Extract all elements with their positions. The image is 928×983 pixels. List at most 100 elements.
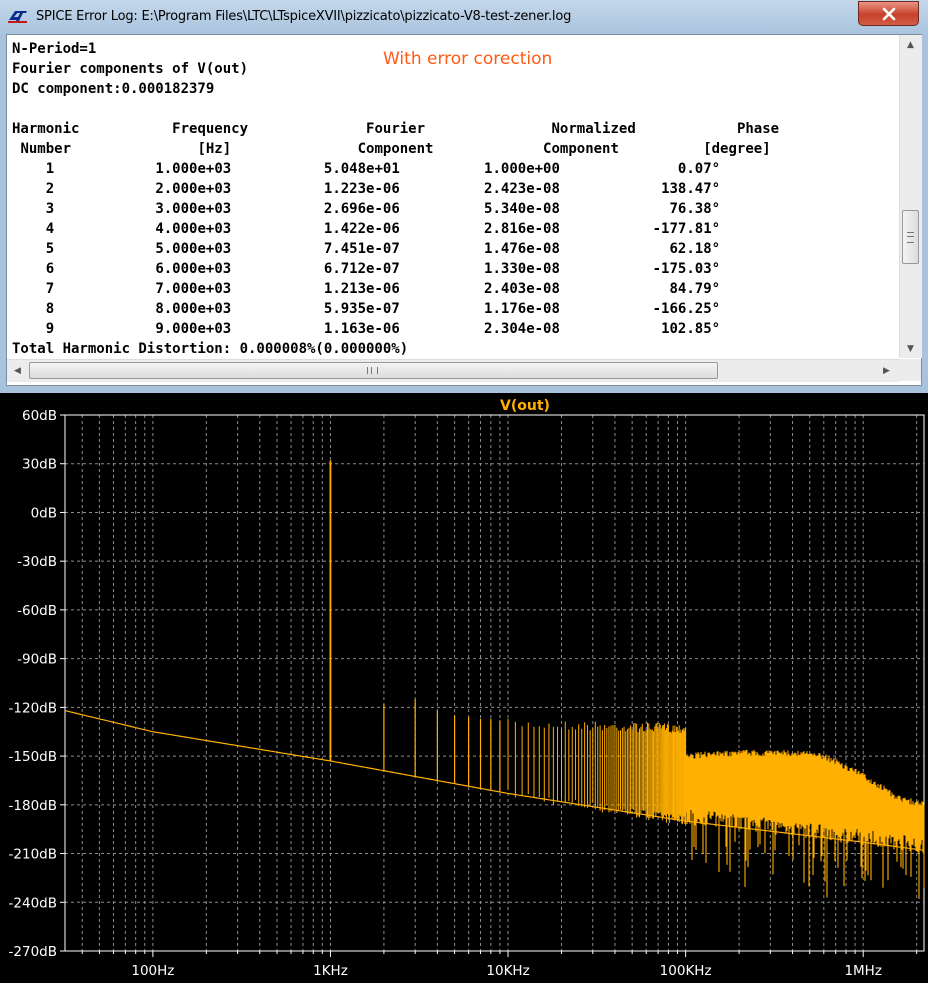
vertical-scroll-thumb[interactable]	[902, 210, 919, 264]
table-cell: 9.000e+03	[155, 321, 232, 337]
table-row: 5 5.000e+03 7.451e-07 1.476e-08 62.18°	[12, 241, 720, 257]
arrow-up-icon: ▲	[907, 39, 914, 50]
plot-grid	[65, 414, 924, 952]
v-out-trace[interactable]	[64, 460, 925, 899]
column-header: Frequency	[172, 121, 249, 137]
waveform-plot-pane[interactable]: 60dB 30dB 0dB -30dB -60dB -90dB -120dB -150dB -1…	[0, 393, 928, 983]
table-cell: 138.47°	[661, 181, 721, 197]
table-cell: 6.000e+03	[155, 261, 232, 277]
table-cell: 0.07°	[677, 161, 721, 177]
close-button[interactable]	[858, 1, 919, 26]
x-tick-label: 1KHz	[313, 963, 348, 979]
table-cell: 1.000e+00	[484, 161, 560, 177]
table-cell: -175.03°	[652, 261, 721, 277]
table-subheader-row: Number [Hz] Component Component [degree]	[12, 141, 770, 157]
title-bar[interactable]: SPICE Error Log: E:\Program Files\LTC\LT…	[0, 0, 928, 34]
table-cell: 102.85°	[661, 321, 721, 337]
table-cell: 1	[45, 161, 55, 177]
table-row: 8 8.000e+03 5.935e-07 1.176e-08 -166.25°	[12, 301, 720, 317]
y-tick-label: -270dB	[9, 944, 57, 960]
fourier-heading: Fourier components of V(out)	[12, 61, 249, 77]
column-subheader: Number	[20, 141, 72, 157]
scroll-left-button[interactable]: ◀	[7, 362, 28, 379]
table-cell: 1.223e-06	[323, 181, 400, 197]
table-cell: 62.18°	[669, 241, 721, 257]
fft-chart[interactable]: 60dB 30dB 0dB -30dB -60dB -90dB -120dB -150dB -1…	[0, 393, 928, 983]
table-cell: 8.000e+03	[155, 301, 232, 317]
table-cell: -166.25°	[652, 301, 721, 317]
table-cell: 3.000e+03	[155, 201, 232, 217]
table-cell: 3	[45, 201, 55, 217]
scroll-down-button[interactable]: ▼	[900, 340, 921, 357]
table-cell: 84.79°	[669, 281, 721, 297]
table-cell: 7.451e-07	[323, 241, 400, 257]
plot-title[interactable]: V(out)	[500, 398, 550, 414]
window-title: SPICE Error Log: E:\Program Files\LTC\LT…	[36, 9, 572, 24]
y-tick-label: -120dB	[9, 700, 57, 716]
table-cell: 2.000e+03	[155, 181, 232, 197]
table-cell: 7.000e+03	[155, 281, 232, 297]
x-tick-label: 100Hz	[131, 963, 174, 979]
table-cell: 2.696e-06	[323, 201, 400, 217]
y-tick-label: 60dB	[22, 408, 57, 424]
table-cell: 1.163e-06	[323, 321, 400, 337]
grip-icon	[367, 367, 378, 374]
n-period-line: N-Period=1	[12, 41, 97, 57]
table-cell: 4.000e+03	[155, 221, 232, 237]
plot-frame	[64, 414, 925, 952]
scroll-corner	[899, 359, 921, 381]
axis-labels: 60dB 30dB 0dB -30dB -60dB -90dB -120dB -150dB -1…	[9, 408, 882, 979]
x-tick-label: 100KHz	[660, 963, 712, 979]
x-tick-label: 10KHz	[486, 963, 529, 979]
arrow-left-icon: ◀	[14, 365, 21, 376]
arrow-down-icon: ▼	[907, 343, 914, 354]
table-cell: 1.330e-08	[484, 261, 560, 277]
table-header-row: Harmonic Frequency Fourier Normalized Ph…	[12, 121, 779, 137]
y-tick-label: -90dB	[17, 652, 57, 668]
ltspice-app-icon	[8, 11, 27, 23]
table-cell: -177.81°	[652, 221, 721, 237]
y-tick-label: 0dB	[31, 505, 57, 521]
table-cell: 76.38°	[669, 201, 721, 217]
column-header: Harmonic	[12, 121, 80, 137]
table-cell: 1.213e-06	[323, 281, 400, 297]
y-tick-label: -60dB	[17, 603, 57, 619]
table-cell: 6	[45, 261, 55, 277]
table-cell: 2.423e-08	[484, 181, 560, 197]
log-text[interactable]: N-Period=1 Fourier components of V(out) …	[12, 39, 892, 359]
table-cell: 2	[45, 181, 55, 197]
annotation-note: With error corection	[383, 49, 553, 69]
table-cell: 1.422e-06	[323, 221, 400, 237]
y-tick-label: -240dB	[9, 895, 57, 911]
spice-error-log-window: SPICE Error Log: E:\Program Files\LTC\LT…	[0, 0, 928, 393]
table-cell: 5.000e+03	[155, 241, 232, 257]
table-cell: 8	[45, 301, 55, 317]
table-cell: 5.340e-08	[484, 201, 560, 217]
table-row: 7 7.000e+03 1.213e-06 2.403e-08 84.79°	[12, 281, 720, 297]
table-row: 1 1.000e+03 5.048e+01 1.000e+00 0.07°	[12, 161, 720, 177]
table-row: 9 9.000e+03 1.163e-06 2.304e-08 102.85°	[12, 321, 720, 337]
column-header: Normalized	[551, 121, 636, 137]
y-tick-label: -210dB	[9, 847, 57, 863]
column-header: Fourier	[366, 121, 426, 137]
arrow-right-icon: ▶	[883, 365, 890, 376]
horizontal-scroll-thumb[interactable]	[29, 362, 718, 379]
column-header: Phase	[736, 121, 780, 137]
y-tick-label: -30dB	[17, 554, 57, 570]
table-cell: 7	[45, 281, 55, 297]
close-icon	[882, 7, 896, 21]
table-cell: 6.712e-07	[323, 261, 400, 277]
horizontal-scrollbar[interactable]: ◀ ▶	[7, 359, 899, 382]
scroll-up-button[interactable]: ▲	[900, 36, 921, 53]
table-row: 3 3.000e+03 2.696e-06 5.340e-08 76.38°	[12, 201, 720, 217]
vertical-scrollbar[interactable]: ▲ ▼	[899, 35, 922, 358]
table-cell: 5.048e+01	[323, 161, 400, 177]
scroll-right-button[interactable]: ▶	[876, 362, 897, 379]
thd-line: Total Harmonic Distortion: 0.000008%(0.0…	[12, 341, 409, 357]
log-client-area: N-Period=1 Fourier components of V(out) …	[6, 34, 922, 386]
y-tick-label: 30dB	[22, 457, 57, 473]
table-cell: 1.176e-08	[484, 301, 560, 317]
table-cell: 1.000e+03	[155, 161, 232, 177]
column-subheader: [Hz]	[197, 141, 232, 157]
grip-icon	[907, 232, 914, 243]
